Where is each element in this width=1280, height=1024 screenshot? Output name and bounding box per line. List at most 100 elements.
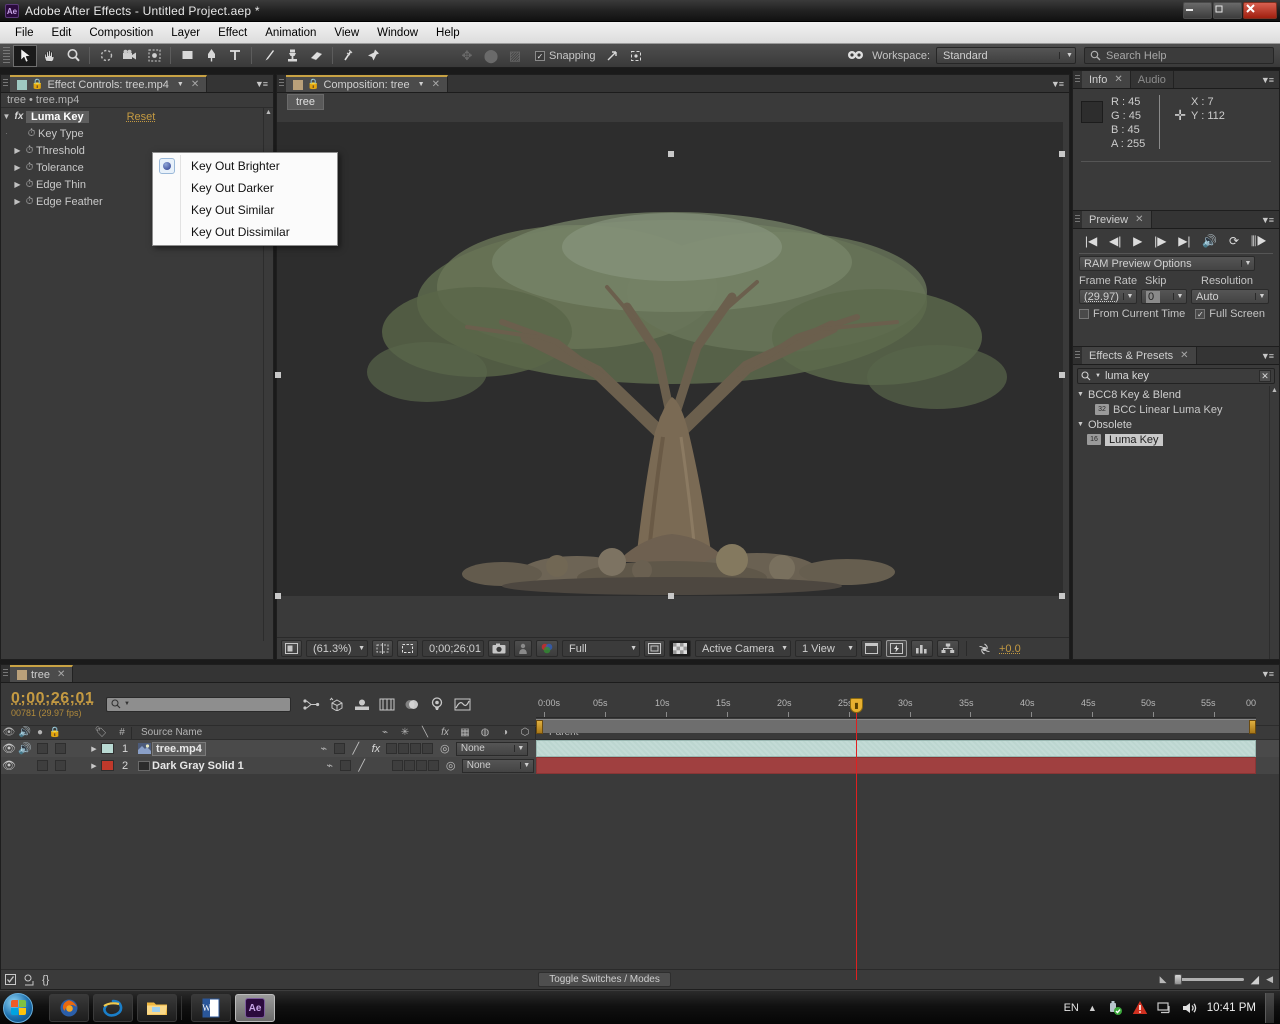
clip-tree-mp4[interactable]	[536, 740, 1256, 757]
exposure-icon[interactable]	[974, 640, 995, 657]
tray-language[interactable]: EN	[1064, 1002, 1079, 1014]
play-button[interactable]: ▶	[1133, 234, 1142, 248]
zoom-in-timeline-icon[interactable]: ◢	[1251, 973, 1259, 986]
warning-icon[interactable]	[1132, 1000, 1148, 1015]
channel-rgb-icon[interactable]	[536, 640, 558, 657]
toggle-switches-modes-icon[interactable]	[5, 973, 19, 986]
menu-item-key-out-darker[interactable]: Key Out Darker	[153, 177, 337, 199]
selection-handle-right[interactable]	[1059, 372, 1065, 378]
layer-label-color[interactable]	[101, 760, 114, 771]
audio-button[interactable]: 🔊	[1202, 234, 1217, 248]
chevron-down-icon[interactable]: ▼	[124, 701, 130, 707]
graph-editor-icon[interactable]	[454, 698, 471, 711]
menu-help[interactable]: Help	[427, 25, 469, 41]
menu-edit[interactable]: Edit	[43, 25, 81, 41]
transparency-grid-icon[interactable]	[669, 640, 691, 657]
stopwatch-icon[interactable]: ⏱	[23, 145, 36, 156]
close-icon[interactable]: ✕	[432, 79, 440, 90]
property-row-key-type[interactable]: · ⏱ Key Type	[1, 125, 273, 142]
panel-menu-icon[interactable]: ▼≡	[1261, 351, 1274, 361]
layer-name[interactable]: tree.mp4	[152, 741, 206, 756]
close-icon[interactable]: ✕	[1180, 350, 1188, 361]
resolution-dropdown[interactable]: Full ▼	[562, 640, 640, 657]
composition-viewer[interactable]	[277, 122, 1063, 596]
lock-icon[interactable]: 🔒	[31, 79, 43, 90]
zoom-out-timeline-icon[interactable]: ◣	[1160, 974, 1167, 985]
parent-pickwhip-icon[interactable]: ◎	[434, 742, 456, 755]
layer-name[interactable]: Dark Gray Solid 1	[152, 760, 244, 772]
composition-mini-flowchart-icon[interactable]	[303, 698, 320, 711]
layer-audio-toggle[interactable]: 🔊	[17, 742, 33, 755]
skip-dropdown[interactable]: 0 ▼	[1141, 289, 1187, 304]
panel-grip-icon[interactable]	[3, 669, 8, 678]
layer-visibility-toggle[interactable]: 👁	[1, 742, 17, 755]
rotation-tool-icon[interactable]	[94, 45, 118, 67]
pen-tool-icon[interactable]	[199, 45, 223, 67]
timeline-search-input[interactable]: ▼	[106, 696, 291, 712]
fast-previews-icon[interactable]	[886, 640, 907, 657]
composition-flowchart-icon[interactable]	[937, 640, 959, 657]
tab-audio[interactable]: Audio	[1130, 71, 1174, 88]
panel-menu-icon[interactable]: ▼≡	[1261, 215, 1274, 225]
grid-snap-icon[interactable]: ▨	[503, 45, 527, 67]
frame-rate-dropdown[interactable]: (29.97) ▼	[1079, 289, 1137, 304]
solo-icon[interactable]: ●	[33, 727, 47, 738]
stopwatch-icon[interactable]: ⏱	[23, 179, 36, 190]
twirl-down-icon[interactable]: ▼	[1077, 421, 1088, 428]
panel-menu-icon[interactable]: ▼≡	[1051, 79, 1064, 89]
panel-grip-icon[interactable]	[1075, 75, 1080, 84]
hide-shy-footer-icon[interactable]	[23, 974, 37, 986]
last-frame-button[interactable]: ▶|	[1178, 234, 1190, 248]
taskbar-internet-explorer[interactable]	[93, 993, 133, 1022]
transform-axis-icon[interactable]: ✥	[455, 45, 479, 67]
effects-search-input[interactable]: ▼ luma key ✕	[1077, 368, 1275, 384]
chevron-down-icon[interactable]: ▼	[1095, 373, 1101, 379]
loop-button[interactable]: ⟳	[1229, 234, 1239, 248]
menu-animation[interactable]: Animation	[256, 25, 325, 41]
motion-blur-icon[interactable]	[404, 698, 420, 711]
menu-window[interactable]: Window	[368, 25, 427, 41]
effects-category-obsolete[interactable]: ▼ Obsolete	[1073, 417, 1279, 432]
workspace-gear-icon[interactable]	[844, 45, 868, 67]
region-interest-toggle-icon[interactable]	[644, 640, 665, 657]
menu-item-key-out-similar[interactable]: Key Out Similar	[153, 199, 337, 221]
tab-effects-presets[interactable]: Effects & Presets ✕	[1082, 347, 1197, 364]
selection-handle-bottom-left[interactable]	[275, 593, 281, 599]
clip-dark-gray-solid[interactable]	[536, 757, 1256, 774]
work-area-start-handle[interactable]	[536, 720, 543, 734]
effect-header-luma-key[interactable]: ▼ fx Luma Key Reset	[1, 108, 273, 125]
timeline-graph-icon[interactable]	[911, 640, 933, 657]
twirl-right-icon[interactable]: ▶	[87, 745, 101, 753]
puppet-pin-tool-icon[interactable]	[361, 45, 385, 67]
timeline-scroll-left-icon[interactable]: ◀	[1266, 974, 1273, 985]
effect-item-bcc-linear-luma-key[interactable]: 32 BCC Linear Luma Key	[1073, 402, 1279, 417]
selection-tool-icon[interactable]	[13, 44, 37, 67]
layer-audio-switch[interactable]: ⌁	[314, 742, 334, 755]
snapping-toggle[interactable]: ✓ Snapping	[535, 50, 596, 62]
selection-handle-top[interactable]	[668, 151, 674, 157]
eraser-tool-icon[interactable]	[304, 45, 328, 67]
show-snapshot-icon[interactable]	[514, 640, 532, 657]
work-area-end-handle[interactable]	[1249, 720, 1256, 734]
close-icon[interactable]: ✕	[1114, 74, 1122, 85]
toggle-switches-modes-button[interactable]: Toggle Switches / Modes	[538, 972, 671, 987]
menu-view[interactable]: View	[325, 25, 368, 41]
tab-composition[interactable]: 🔒 Composition: tree ▼ ✕	[286, 75, 448, 92]
stopwatch-icon[interactable]: ⏱	[25, 128, 38, 139]
taskbar-after-effects[interactable]: Ae	[235, 993, 275, 1022]
panel-grip-icon[interactable]	[3, 79, 8, 88]
timeline-ruler[interactable]: 0:00s 05s 10s 15s 20s 25s 30s 35s 40s 45…	[536, 698, 1256, 718]
clone-stamp-tool-icon[interactable]	[280, 45, 304, 67]
pixel-aspect-correction-icon[interactable]	[861, 640, 882, 657]
restore-button[interactable]	[1213, 2, 1242, 19]
type-tool-icon[interactable]	[223, 45, 247, 67]
parent-dropdown[interactable]: None ▼	[461, 758, 534, 773]
toolbar-grip-icon[interactable]	[3, 46, 10, 65]
chevron-down-icon[interactable]: ▼	[418, 81, 425, 88]
timeline-zoom-slider[interactable]	[1173, 974, 1244, 985]
twirl-right-icon[interactable]: ▶	[87, 762, 101, 770]
parent-dropdown[interactable]: None ▼	[455, 741, 528, 756]
scroll-up-icon[interactable]: ▲	[264, 108, 273, 118]
layer-solo-toggle[interactable]	[37, 760, 48, 771]
layer-label-color[interactable]	[101, 743, 114, 754]
